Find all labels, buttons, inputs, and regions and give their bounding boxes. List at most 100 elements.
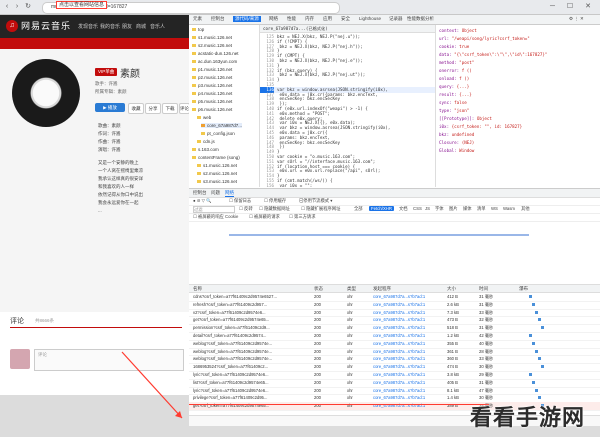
netease-logo-icon[interactable]: ♫ <box>6 20 18 32</box>
back-icon[interactable]: ‹ <box>3 3 11 11</box>
scope-variable[interactable]: onload: f () <box>439 76 469 82</box>
code-file-tab[interactable]: core_67a987d7a...(已格式化) <box>260 25 435 33</box>
filter-img[interactable]: 图片 <box>449 206 458 212</box>
tree-item[interactable]: p4.music.126.net <box>192 91 232 96</box>
cell-init[interactable]: core_67a987d7a...s?b7ad:1 <box>373 301 425 309</box>
filter-all[interactable]: 全部 <box>354 206 363 212</box>
disable-cache-checkbox[interactable]: ☐ 停用缓存 <box>264 198 286 204</box>
cell-init[interactable]: core_67a987d7a...s?b7ad:1 <box>373 332 425 340</box>
tree-item[interactable]: s1.music.126.net <box>197 163 237 168</box>
tab-performance[interactable]: 性能 <box>287 16 296 22</box>
reload-icon[interactable]: ↻ <box>24 3 32 11</box>
scope-variable[interactable]: context: Object <box>439 28 477 34</box>
tree-item[interactable]: ac.dun.163yun.com <box>192 59 237 64</box>
blocked-cookies-checkbox[interactable]: ☐ 被屏蔽的响应 Cookie <box>193 214 238 220</box>
tab-console[interactable]: 控制台 <box>211 16 225 22</box>
tab-memory[interactable]: 内存 <box>305 16 314 22</box>
record-icon[interactable]: ● ⊘ ▽ 🔍 <box>193 198 211 204</box>
filter-css[interactable]: CSS <box>413 206 422 211</box>
nav-friends[interactable]: 朋友 <box>122 23 132 30</box>
cell-init[interactable]: core_67a987d7a...s?b7ad:1 <box>373 324 425 332</box>
cell-init[interactable]: core_67a987d7a...s?b7ad:1 <box>373 363 425 371</box>
tab-sources[interactable]: 源代码/来源 <box>233 16 261 22</box>
tree-item[interactable]: p2.music.126.net <box>192 75 232 80</box>
col-time[interactable]: 时间 <box>479 286 488 292</box>
tree-item[interactable]: acstatic-dun.126.net <box>192 51 239 56</box>
nav-musician[interactable]: 音乐人 <box>150 23 165 30</box>
scope-variable[interactable]: Global: Window <box>439 148 474 154</box>
share-button[interactable]: 分享 <box>145 103 161 114</box>
nav-shop[interactable]: 商城 <box>136 23 146 30</box>
drawer-tab-network[interactable]: 网络 <box>225 190 234 197</box>
scope-variable[interactable]: Closure: (NEJ) <box>439 140 474 146</box>
settings-gear-icon[interactable]: ⚙ ⋮ ✕ <box>569 16 584 22</box>
drawer-tab-console[interactable]: 控制台 <box>193 190 207 196</box>
tree-item[interactable]: pt_config.json <box>201 131 235 136</box>
scope-variable[interactable]: cookie: true <box>439 44 469 50</box>
filter-manifest[interactable]: 清单 <box>477 206 486 212</box>
filter-font[interactable]: 字体 <box>435 206 444 212</box>
nav-my-music[interactable]: 我的音乐 <box>100 23 120 30</box>
comment-button[interactable]: 评论 <box>179 103 189 114</box>
tree-item[interactable]: p5.music.126.net <box>192 99 232 104</box>
tree-item[interactable]: contentFrame (song) <box>192 155 240 160</box>
window-controls[interactable]: ─ ☐ ✕ <box>550 2 596 10</box>
tab-network[interactable]: 网络 <box>269 16 278 22</box>
filter-doc[interactable]: 文档 <box>399 206 408 212</box>
filter-media[interactable]: 媒体 <box>463 206 472 212</box>
cell-init[interactable]: core_67a987d7a...s?b7ad:1 <box>373 394 425 402</box>
scope-variable[interactable]: onerror: f () <box>439 68 472 74</box>
cell-init[interactable]: core_67a987d7a...s?b7ad:1 <box>373 355 425 363</box>
cell-init[interactable]: core_67a987d7a...s?b7ad:1 <box>373 371 425 379</box>
tree-item[interactable]: s1.music.126.net <box>192 35 232 40</box>
tree-item[interactable]: web <box>197 115 211 120</box>
tree-item[interactable]: s2.music.126.net <box>197 171 237 176</box>
col-size[interactable]: 大小 <box>447 286 456 292</box>
tree-item[interactable]: cdn.js <box>197 139 215 144</box>
tree-item[interactable]: p3.music.126.net <box>192 83 232 88</box>
line-number[interactable]: 156 <box>260 183 274 187</box>
cell-init[interactable]: core_67a987d7a...s?b7ad:1 <box>373 309 425 317</box>
cell-init[interactable]: core_67a987d7a...s?b7ad:1 <box>373 379 425 387</box>
forward-icon[interactable]: › <box>13 3 21 11</box>
tree-item[interactable]: p6.music.126.net <box>192 107 232 112</box>
filter-input[interactable]: 过滤 <box>193 206 235 213</box>
filter-fetch-xhr[interactable]: Fetch/XHR <box>369 206 395 211</box>
scope-variable[interactable]: bkz: undefined <box>439 132 474 138</box>
tree-item[interactable]: p1.music.126.net <box>192 67 232 72</box>
tab-elements[interactable]: 元素 <box>193 16 202 22</box>
hide-ext-url-checkbox[interactable]: ☐ 隐藏扩展程序网址 <box>301 206 340 212</box>
cell-init[interactable]: core_67a987d7a...s?b7ad:1 <box>373 348 425 356</box>
third-party-checkbox[interactable]: ☐ 第三方请求 <box>289 214 316 220</box>
collect-button[interactable]: 收藏 <box>128 103 144 114</box>
download-button[interactable]: 下载 <box>162 103 178 114</box>
network-overview-timeline[interactable] <box>189 222 600 285</box>
tab-perf-insights[interactable]: 性能数据分析 <box>407 16 434 22</box>
drawer-tab-issues[interactable]: 问题 <box>211 190 220 196</box>
tab-lighthouse[interactable]: Lighthouse <box>359 16 381 21</box>
filter-ws[interactable]: WS <box>491 206 498 211</box>
cell-init[interactable]: core_67a987d7a...s?b7ad:1 <box>373 316 425 324</box>
scope-variable[interactable]: data: "{\"csrf_token\":\"\",\"id\":16782… <box>439 52 547 58</box>
tree-item[interactable]: top <box>192 27 204 32</box>
col-name[interactable]: 名称 <box>193 286 202 292</box>
scope-variable[interactable]: url: "/weapi/song/lyric?csrf_token=" <box>439 36 530 42</box>
preserve-log-checkbox[interactable]: ☐ 保留日志 <box>229 198 251 204</box>
song-album[interactable]: 所属专辑：素颜 <box>95 89 127 95</box>
cell-init[interactable]: core_67a987d7a...s?b7ad:1 <box>373 293 425 301</box>
scope-variable[interactable]: sync: false <box>439 100 467 106</box>
col-type[interactable]: 类型 <box>347 286 356 292</box>
scope-variable[interactable]: method: "post" <box>439 60 474 66</box>
cell-init[interactable]: core_67a987d7a...s?b7ad:1 <box>373 340 425 348</box>
hide-data-url-checkbox[interactable]: ☐ 隐藏数据网址 <box>259 206 290 212</box>
tree-item[interactable]: s3.music.126.net <box>197 179 237 184</box>
scope-variable[interactable]: type: "json" <box>439 108 469 114</box>
tab-application[interactable]: 应用 <box>323 16 332 22</box>
song-singer[interactable]: 歌手：许嵩 <box>95 81 118 87</box>
scope-variable[interactable]: i0x: {csrf_token: "", id: 167827} <box>439 124 522 130</box>
col-status[interactable]: 状态 <box>314 286 323 292</box>
scope-variable[interactable]: query: {...} <box>439 84 469 90</box>
invert-checkbox[interactable]: ☐ 反转 <box>239 206 253 212</box>
tab-recorder[interactable]: 记录器 <box>389 16 403 22</box>
tree-item[interactable]: s2.music.126.net <box>192 43 232 48</box>
